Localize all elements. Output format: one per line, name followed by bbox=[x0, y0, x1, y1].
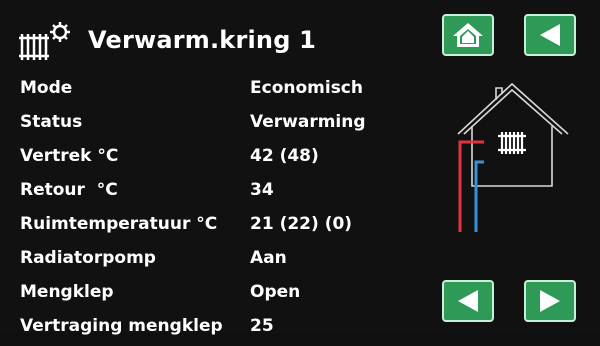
return-pipe bbox=[474, 160, 484, 232]
back-arrow-icon bbox=[540, 24, 560, 46]
back-button[interactable] bbox=[524, 14, 576, 56]
house-radiator-illustration bbox=[457, 82, 569, 232]
row-value: 34 bbox=[250, 180, 274, 200]
row-label: Mengklep bbox=[20, 282, 114, 302]
list-item[interactable]: Retour °C 34 bbox=[20, 176, 400, 210]
screen: Verwarm.kring 1 Mode Economisch Status V… bbox=[0, 0, 600, 336]
row-value: Verwarming bbox=[250, 112, 366, 132]
row-label: Vertraging mengklep bbox=[20, 316, 223, 336]
previous-button[interactable] bbox=[442, 280, 494, 322]
list-item[interactable]: Radiatorpomp Aan bbox=[20, 244, 400, 278]
home-button[interactable] bbox=[442, 14, 494, 56]
row-value: Economisch bbox=[250, 78, 363, 98]
list-item[interactable]: Vertrek °C 42 (48) bbox=[20, 142, 400, 176]
list-item[interactable]: Mode Economisch bbox=[20, 74, 400, 108]
row-label: Mode bbox=[20, 78, 73, 98]
home-icon bbox=[453, 23, 483, 47]
row-label: Ruimtemperatuur °C bbox=[20, 214, 218, 234]
radiator-gear-icon bbox=[19, 22, 70, 60]
row-value: 42 (48) bbox=[250, 146, 319, 166]
list-item[interactable]: Vertraging mengklep 25 bbox=[20, 312, 400, 346]
row-value: Open bbox=[250, 282, 301, 302]
page-title: Verwarm.kring 1 bbox=[88, 26, 317, 54]
prev-arrow-icon bbox=[458, 290, 478, 312]
next-arrow-icon bbox=[540, 290, 560, 312]
radiator-icon bbox=[498, 132, 526, 154]
list-item[interactable]: Status Verwarming bbox=[20, 108, 400, 142]
row-label: Status bbox=[20, 112, 83, 132]
list-item[interactable]: Ruimtemperatuur °C 21 (22) (0) bbox=[20, 210, 400, 244]
list-item[interactable]: Mengklep Open bbox=[20, 278, 400, 312]
row-label: Retour °C bbox=[20, 180, 118, 200]
row-value: 25 bbox=[250, 316, 274, 336]
row-label: Vertrek °C bbox=[20, 146, 119, 166]
row-value: 21 (22) (0) bbox=[250, 214, 353, 234]
next-button[interactable] bbox=[524, 280, 576, 322]
row-label: Radiatorpomp bbox=[20, 248, 156, 268]
row-value: Aan bbox=[250, 248, 287, 268]
